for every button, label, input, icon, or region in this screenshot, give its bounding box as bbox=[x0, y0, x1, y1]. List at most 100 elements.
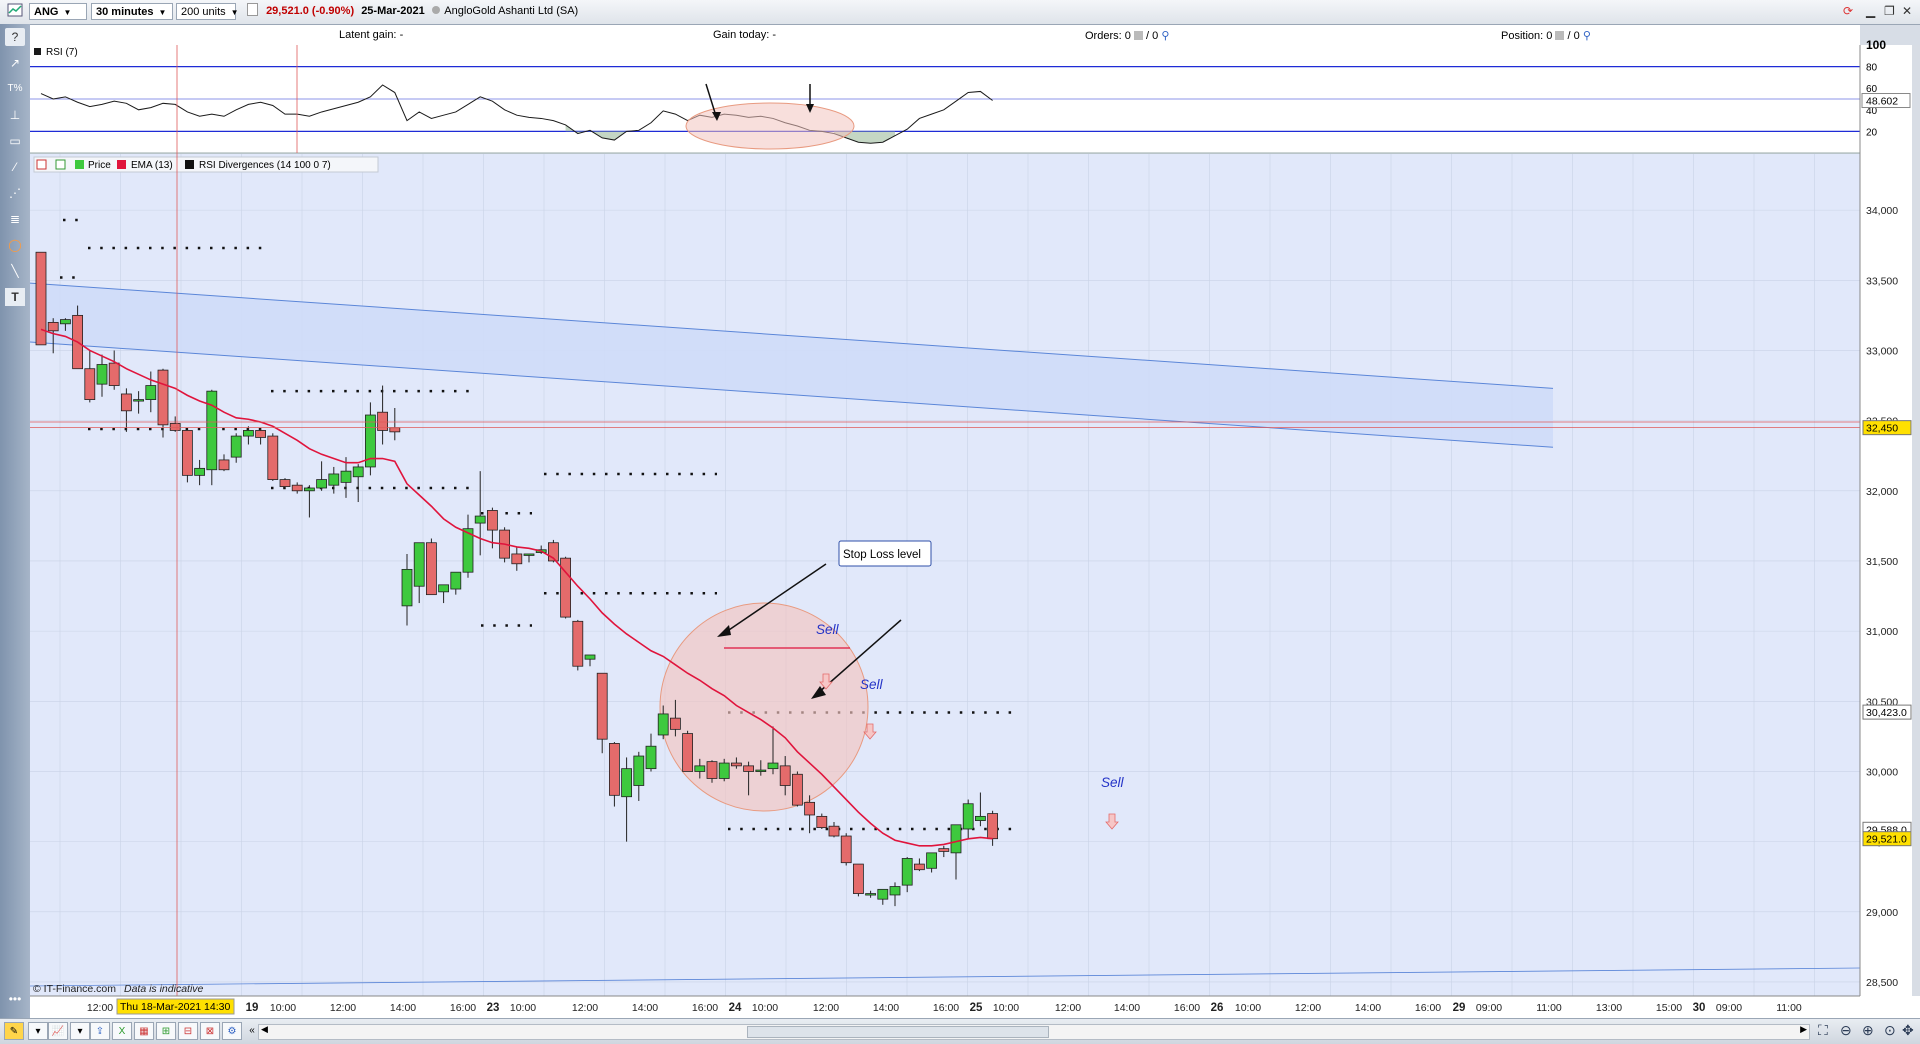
time-tick-label: 16:00 bbox=[933, 1002, 959, 1014]
scrollbar-thumb[interactable] bbox=[747, 1026, 1049, 1038]
candle-body bbox=[914, 863, 925, 871]
time-tick-label: 10:00 bbox=[993, 1002, 1019, 1014]
dropdown-icon[interactable]: ▾ bbox=[28, 1022, 48, 1040]
candle-body bbox=[255, 430, 267, 438]
copyright-text: © IT-Finance.com bbox=[33, 983, 116, 995]
lock-icon[interactable]: ⊟ bbox=[178, 1022, 198, 1040]
candle-body bbox=[389, 427, 401, 433]
horizontal-scrollbar[interactable]: ◀ ▶ bbox=[258, 1024, 1810, 1040]
candle-body bbox=[621, 768, 632, 798]
candle-body bbox=[670, 717, 681, 730]
add-indicator-icon[interactable] bbox=[36, 159, 47, 170]
chart-type-icon[interactable]: 📈 bbox=[48, 1022, 68, 1040]
bottom-toolbar: ✎ ▾ 📈 ▾ ⇪ X ▦ ⊞ ⊟ ⊠ ⚙ « ◀ ▶ ⛶ ⊖ ⊕ ⊙ ✥ bbox=[0, 1018, 1920, 1044]
price-tick-label: 33,500 bbox=[1866, 275, 1898, 287]
scroll-right-icon[interactable]: ▶ bbox=[1800, 1024, 1807, 1035]
level-price-badge-text: 30,423.0 bbox=[1866, 707, 1907, 719]
time-tick-label: 12:00 bbox=[1295, 1002, 1321, 1014]
candle-body bbox=[682, 733, 693, 772]
grid-icon[interactable]: ▦ bbox=[134, 1022, 154, 1040]
candle-body bbox=[303, 487, 315, 492]
candle-body bbox=[889, 886, 901, 896]
candle-body bbox=[694, 765, 706, 772]
layout-icon[interactable]: ⊠ bbox=[200, 1022, 220, 1040]
price-tick-label: 32,000 bbox=[1866, 486, 1898, 498]
candle-body bbox=[169, 423, 181, 431]
time-tick-label: 16:00 bbox=[1174, 1002, 1200, 1014]
candle-body bbox=[901, 858, 913, 886]
time-tick-label: 16:00 bbox=[450, 1002, 476, 1014]
scroll-left-icon[interactable]: ◀ bbox=[261, 1024, 268, 1035]
candle-body bbox=[401, 568, 413, 607]
share-icon[interactable]: ⇪ bbox=[90, 1022, 110, 1040]
candle-body bbox=[731, 762, 742, 767]
time-tick-label: 12:00 bbox=[572, 1002, 598, 1014]
sell-label: Sell bbox=[860, 677, 884, 692]
indicative-text: Data is indicative bbox=[124, 983, 204, 995]
candle-body bbox=[523, 553, 535, 556]
excel-icon[interactable]: X bbox=[112, 1022, 132, 1040]
candle-body bbox=[291, 484, 303, 492]
export-icon[interactable]: ⊞ bbox=[156, 1022, 176, 1040]
pencil-icon[interactable]: ✎ bbox=[4, 1022, 24, 1040]
time-tick-label: 13:00 bbox=[1596, 1002, 1622, 1014]
candle-body bbox=[962, 803, 974, 830]
candle-body bbox=[816, 815, 828, 829]
candle-body bbox=[572, 620, 584, 667]
zoom-in-icon[interactable]: ⊕ bbox=[1862, 1022, 1874, 1039]
candle-body bbox=[767, 762, 779, 770]
legend-price: Price bbox=[88, 160, 111, 171]
time-tick-label: 10:00 bbox=[752, 1002, 778, 1014]
time-tick-label: 16:00 bbox=[1415, 1002, 1441, 1014]
candle-body bbox=[877, 888, 889, 900]
time-tick-label: 10:00 bbox=[270, 1002, 296, 1014]
price-tick-label: 33,000 bbox=[1866, 345, 1898, 357]
candle-body bbox=[194, 467, 206, 476]
legend-rsi-div: RSI Divergences (14 100 0 7) bbox=[199, 160, 331, 171]
candle-body bbox=[279, 479, 291, 487]
chart-area[interactable]: RSI (7) Price EMA (13) RSI Divergences (… bbox=[0, 0, 1920, 1018]
settings-icon[interactable]: ⚙ bbox=[222, 1022, 242, 1040]
ema-swatch bbox=[117, 160, 126, 169]
zoom-fit-icon[interactable]: ⛶ bbox=[1818, 1022, 1828, 1039]
candle-body bbox=[84, 368, 96, 400]
time-tick-label: 12:00 bbox=[813, 1002, 839, 1014]
candle-body bbox=[47, 321, 59, 332]
vertical-scrollbar[interactable] bbox=[1912, 45, 1920, 996]
price-legend: Price EMA (13) RSI Divergences (14 100 0… bbox=[33, 156, 379, 173]
legend-ema: EMA (13) bbox=[131, 160, 173, 171]
crosshair-time-label: Thu 18-Mar-2021 14:30 bbox=[120, 1001, 230, 1013]
candle-body bbox=[926, 852, 937, 869]
candle-body bbox=[450, 571, 462, 590]
candle-body bbox=[121, 393, 132, 412]
candle-body bbox=[267, 435, 279, 480]
dropdown-icon[interactable]: ▾ bbox=[70, 1022, 90, 1040]
candle-body bbox=[609, 743, 620, 796]
sell-label: Sell bbox=[1101, 775, 1125, 790]
time-tick-label: 09:00 bbox=[1716, 1002, 1742, 1014]
candle-body bbox=[645, 745, 657, 770]
rsi-highlight-ellipse bbox=[685, 102, 855, 150]
rsi-tick-label: 100 bbox=[1866, 38, 1886, 52]
candle-body bbox=[511, 553, 523, 565]
candle-body bbox=[987, 813, 998, 840]
last-price-badge-text: 29,521.0 bbox=[1866, 834, 1907, 846]
candle-body bbox=[181, 430, 193, 476]
time-tick-label: 24 bbox=[729, 1002, 742, 1014]
candle-body bbox=[206, 390, 218, 471]
zoom-reset-icon[interactable]: ⊙ bbox=[1884, 1022, 1896, 1039]
rsi-tick-label: 80 bbox=[1866, 63, 1878, 74]
time-axis-labels: 12:00 16:00 19 10:00 12:00 14:00 16:00 23 10:00 1… bbox=[87, 1002, 1802, 1014]
candle-body bbox=[755, 769, 767, 772]
candle-body bbox=[938, 848, 950, 852]
candle-body bbox=[779, 765, 791, 786]
pan-icon[interactable]: ✥ bbox=[1902, 1022, 1914, 1039]
zoom-indicator-icon[interactable] bbox=[55, 159, 66, 170]
candle-body bbox=[950, 824, 962, 854]
candle-body bbox=[706, 761, 718, 779]
candle-body bbox=[792, 773, 803, 806]
zoom-out-icon[interactable]: ⊖ bbox=[1840, 1022, 1852, 1039]
time-tick-label: 30 bbox=[1693, 1002, 1706, 1014]
rsi-swatch bbox=[34, 48, 41, 55]
rsi-value-label: 48.602 bbox=[1866, 96, 1898, 108]
